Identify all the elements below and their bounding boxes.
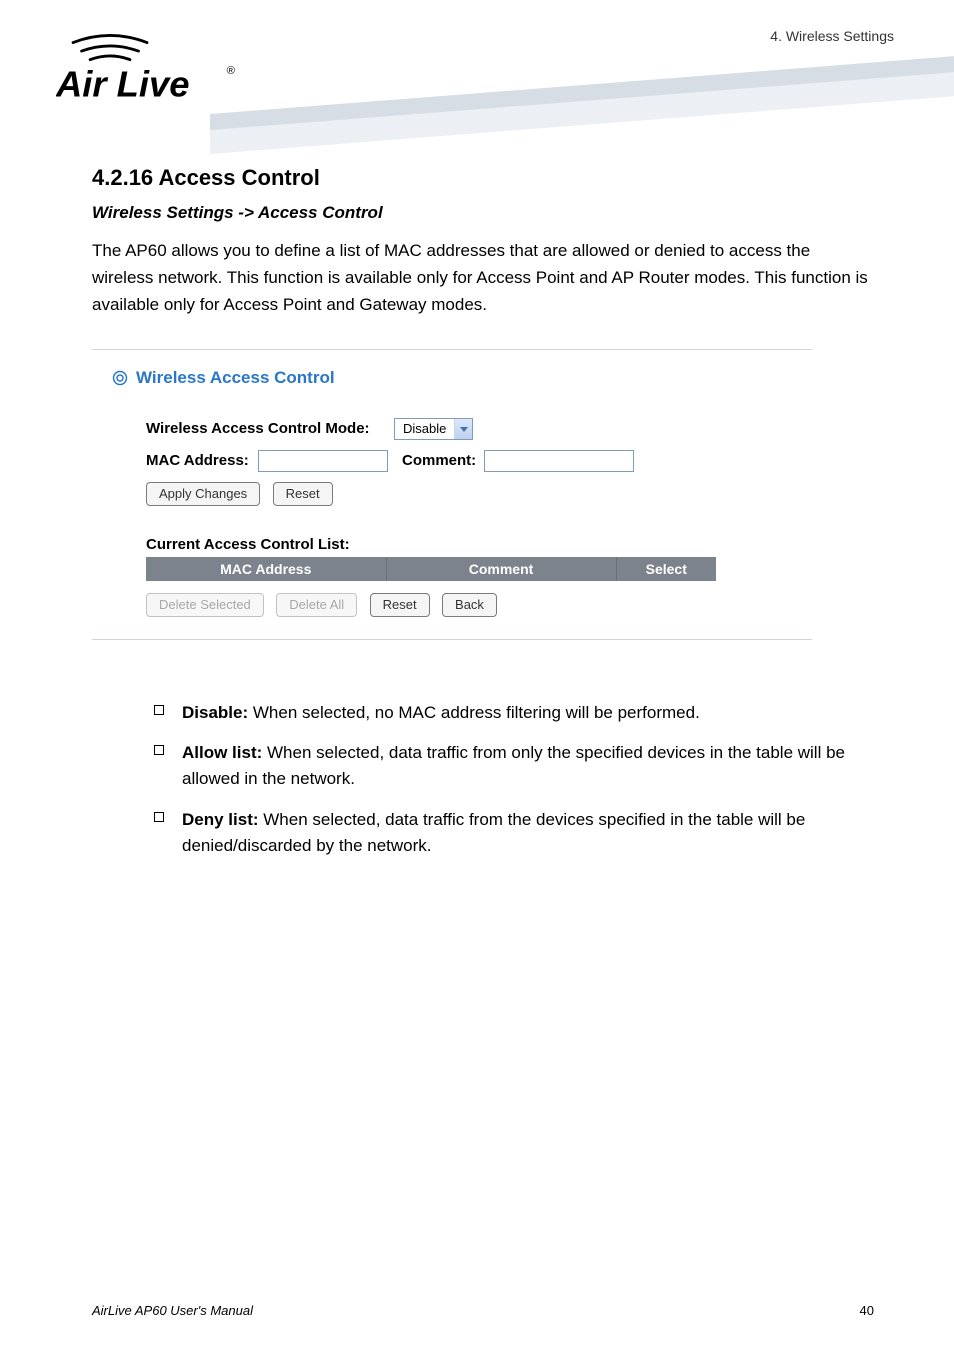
delete-all-button[interactable]: Delete All (276, 593, 357, 617)
chevron-down-icon[interactable] (454, 419, 472, 439)
mac-label: MAC Address: (146, 452, 250, 469)
apply-changes-button[interactable]: Apply Changes (146, 482, 260, 506)
footer-page-number: 40 (860, 1303, 874, 1318)
bullet-square-icon (154, 705, 164, 715)
back-button[interactable]: Back (442, 593, 497, 617)
delete-selected-button[interactable]: Delete Selected (146, 593, 264, 617)
bullet-list: Disable: When selected, no MAC address f… (92, 700, 874, 860)
header-decoration (210, 44, 954, 154)
mode-select-value: Disable (395, 421, 454, 436)
list-item: Allow list: When selected, data traffic … (154, 740, 874, 793)
acl-table: MAC Address Comment Select (146, 557, 716, 581)
target-icon (112, 370, 128, 386)
bullet-term: Deny list: (182, 810, 259, 829)
acl-col-select: Select (616, 557, 716, 581)
comment-input[interactable] (484, 450, 634, 472)
bullet-term: Disable: (182, 703, 248, 722)
breadcrumb: 4. Wireless Settings (770, 28, 894, 44)
section-subhead: Wireless Settings -> Access Control (92, 203, 874, 223)
logo: Air Live ® (56, 32, 238, 110)
mac-input[interactable] (258, 450, 388, 472)
wireless-access-control-panel: Wireless Access Control Wireless Access … (92, 349, 812, 640)
acl-col-comment: Comment (386, 557, 616, 581)
registered-mark: ® (227, 65, 236, 77)
acl-list-title: Current Access Control List: (146, 536, 792, 553)
comment-label: Comment: (402, 452, 476, 469)
acl-col-mac: MAC Address (146, 557, 386, 581)
bullet-square-icon (154, 745, 164, 755)
bullet-desc: When selected, no MAC address filtering … (248, 703, 700, 722)
reset-list-button[interactable]: Reset (370, 593, 430, 617)
section-paragraph: The AP60 allows you to define a list of … (92, 237, 874, 319)
bullet-desc: When selected, data traffic from the dev… (182, 810, 805, 855)
svg-text:Air Live: Air Live (56, 64, 189, 105)
mode-select[interactable]: Disable (394, 418, 473, 440)
section-title: 4.2.16 Access Control (92, 165, 874, 191)
reset-button[interactable]: Reset (273, 482, 333, 506)
logo-text: ir Live (82, 64, 189, 105)
footer-manual-title: AirLive AP60 User's Manual (92, 1303, 253, 1318)
bullet-desc: When selected, data traffic from only th… (182, 743, 845, 788)
mode-label: Wireless Access Control Mode: (146, 420, 394, 437)
list-item: Deny list: When selected, data traffic f… (154, 807, 874, 860)
panel-title: Wireless Access Control (136, 368, 335, 388)
list-item: Disable: When selected, no MAC address f… (154, 700, 874, 726)
bullet-square-icon (154, 812, 164, 822)
bullet-term: Allow list: (182, 743, 262, 762)
